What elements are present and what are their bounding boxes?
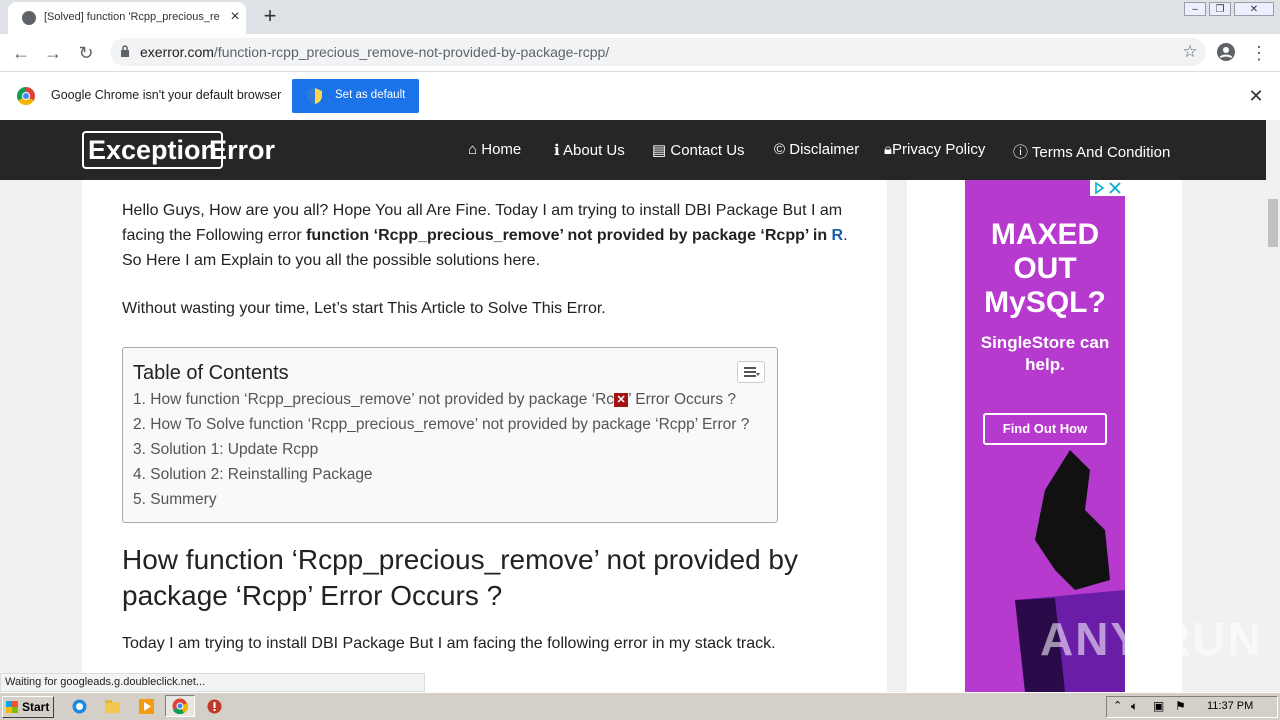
restore-button[interactable]: ❐	[1209, 2, 1231, 16]
tab-strip: [Solved] function 'Rcpp_precious_re × + …	[0, 0, 1280, 34]
logo-boxed-text: Exception	[82, 131, 224, 169]
folder-icon[interactable]	[104, 698, 121, 715]
scrollbar-thumb[interactable]	[1268, 199, 1278, 247]
nav-about-us[interactable]: ℹ About Us	[554, 141, 625, 159]
network-icon[interactable]: ▣	[1153, 699, 1164, 713]
close-window-button[interactable]: ✕	[1234, 2, 1274, 16]
copyright-icon: ©	[774, 141, 786, 158]
toc-item[interactable]: 3. Solution 1: Update Rcpp	[133, 441, 318, 459]
section-heading: How function ‘Rcpp_precious_remove’ not …	[122, 544, 798, 611]
toc-item[interactable]: 4. Solution 2: Reinstalling Package	[133, 466, 373, 484]
flag-icon[interactable]: ⚑	[1175, 699, 1186, 713]
ad-subtitle: SingleStore can help.	[980, 333, 1110, 374]
url-text: exerror.com/function-rcpp_precious_remov…	[140, 44, 610, 60]
shield-icon	[308, 88, 322, 104]
info-circle-icon: ⓘ	[1013, 144, 1029, 161]
nav-privacy-policy[interactable]: 🔒︎Privacy Policy	[884, 141, 985, 158]
logo-text: Error	[209, 135, 276, 165]
ie-icon[interactable]	[71, 698, 88, 715]
intro-paragraph: Hello Guys, How are you all? Hope You al…	[122, 202, 848, 269]
nav-terms[interactable]: ⓘ Terms And Condition	[1013, 141, 1170, 162]
back-button[interactable]: ←	[8, 40, 34, 66]
browser-tab[interactable]: [Solved] function 'Rcpp_precious_re ×	[8, 2, 246, 34]
r-link[interactable]: R	[832, 227, 844, 244]
start-button[interactable]: Start	[2, 696, 54, 718]
globe-icon	[22, 11, 36, 25]
antivirus-icon[interactable]	[206, 698, 223, 715]
ad-cta-button[interactable]: Find Out How	[983, 413, 1107, 445]
chrome-icon	[172, 698, 188, 714]
taskbar: Start ⌃ 🔈︎ ▣ ⚑ 11:37 PM	[0, 692, 1280, 720]
set-as-default-button[interactable]: Set as default	[292, 79, 419, 113]
forward-button[interactable]: →	[40, 40, 66, 66]
toc-item[interactable]: 5. Summery	[133, 491, 217, 509]
contact-card-icon: ▤	[652, 142, 667, 159]
nav-home[interactable]: ⌂ Home	[468, 141, 521, 158]
bookmark-star-icon[interactable]: ☆	[1178, 40, 1202, 64]
close-tab-icon[interactable]: ×	[226, 8, 244, 26]
lock-icon: 🔒︎	[884, 141, 892, 158]
address-bar[interactable]: exerror.com/function-rcpp_precious_remov…	[110, 38, 1206, 66]
adchoices-icon[interactable]	[1090, 180, 1125, 196]
tab-title: [Solved] function 'Rcpp_precious_re	[44, 11, 220, 23]
body-paragraph: Today I am trying to install DBI Package…	[122, 635, 776, 652]
ad-headline: MAXED OUT MySQL?	[984, 218, 1106, 319]
menu-kebab-icon[interactable]: ⋮	[1246, 40, 1272, 66]
toc-item[interactable]: 2. How To Solve function ‘Rcpp_precious_…	[133, 416, 749, 434]
windows-logo-icon	[6, 701, 18, 713]
lock-icon	[121, 45, 129, 57]
infobar-message: Google Chrome isn't your default browser	[51, 88, 282, 102]
browser-toolbar: ← → ↻ exerror.com/function-rcpp_precious…	[0, 34, 1280, 72]
clock[interactable]: 11:37 PM	[1207, 700, 1253, 712]
intro-paragraph-2: Without wasting your time, Let’s start T…	[122, 300, 606, 317]
nav-disclaimer[interactable]: © Disclaimer	[774, 141, 859, 158]
chrome-taskbar-button[interactable]	[165, 695, 195, 717]
watermark-text: ANY RUN	[1040, 613, 1263, 665]
toc-toggle-button[interactable]	[737, 361, 765, 383]
nav-contact-us[interactable]: ▤ Contact Us	[652, 141, 745, 159]
default-browser-infobar: Google Chrome isn't your default browser…	[0, 72, 1280, 121]
volume-icon[interactable]: 🔈︎	[1131, 699, 1138, 714]
profile-icon[interactable]	[1216, 42, 1236, 62]
home-icon: ⌂	[468, 141, 478, 158]
toc-title: Table of Contents	[133, 362, 289, 384]
media-player-icon[interactable]	[138, 698, 155, 715]
list-icon	[744, 367, 760, 377]
article-body: Hello Guys, How are you all? Hope You al…	[82, 180, 887, 692]
minimize-button[interactable]: –	[1184, 2, 1206, 16]
broken-image-icon: ✕	[614, 392, 629, 407]
page-scrollbar[interactable]	[1266, 120, 1280, 692]
new-tab-button[interactable]: +	[258, 4, 282, 28]
info-icon: ℹ	[554, 142, 560, 159]
chrome-logo-icon	[17, 87, 35, 105]
infobar-close-icon[interactable]: ✕	[1246, 86, 1266, 106]
system-tray: ⌃ 🔈︎ ▣ ⚑ 11:37 PM	[1106, 696, 1278, 718]
site-navbar: Exception Error ⌂ Home ℹ About Us ▤ Cont…	[0, 120, 1266, 180]
status-bar: Waiting for googleads.g.doubleclick.net.…	[0, 673, 425, 692]
table-of-contents: Table of Contents 1. How function ‘Rcpp_…	[122, 347, 778, 523]
toc-item[interactable]: 1. How function ‘Rcpp_precious_remove’ n…	[133, 391, 736, 409]
show-hidden-icons-icon[interactable]: ⌃	[1113, 699, 1122, 712]
reload-button[interactable]: ↻	[73, 40, 99, 66]
